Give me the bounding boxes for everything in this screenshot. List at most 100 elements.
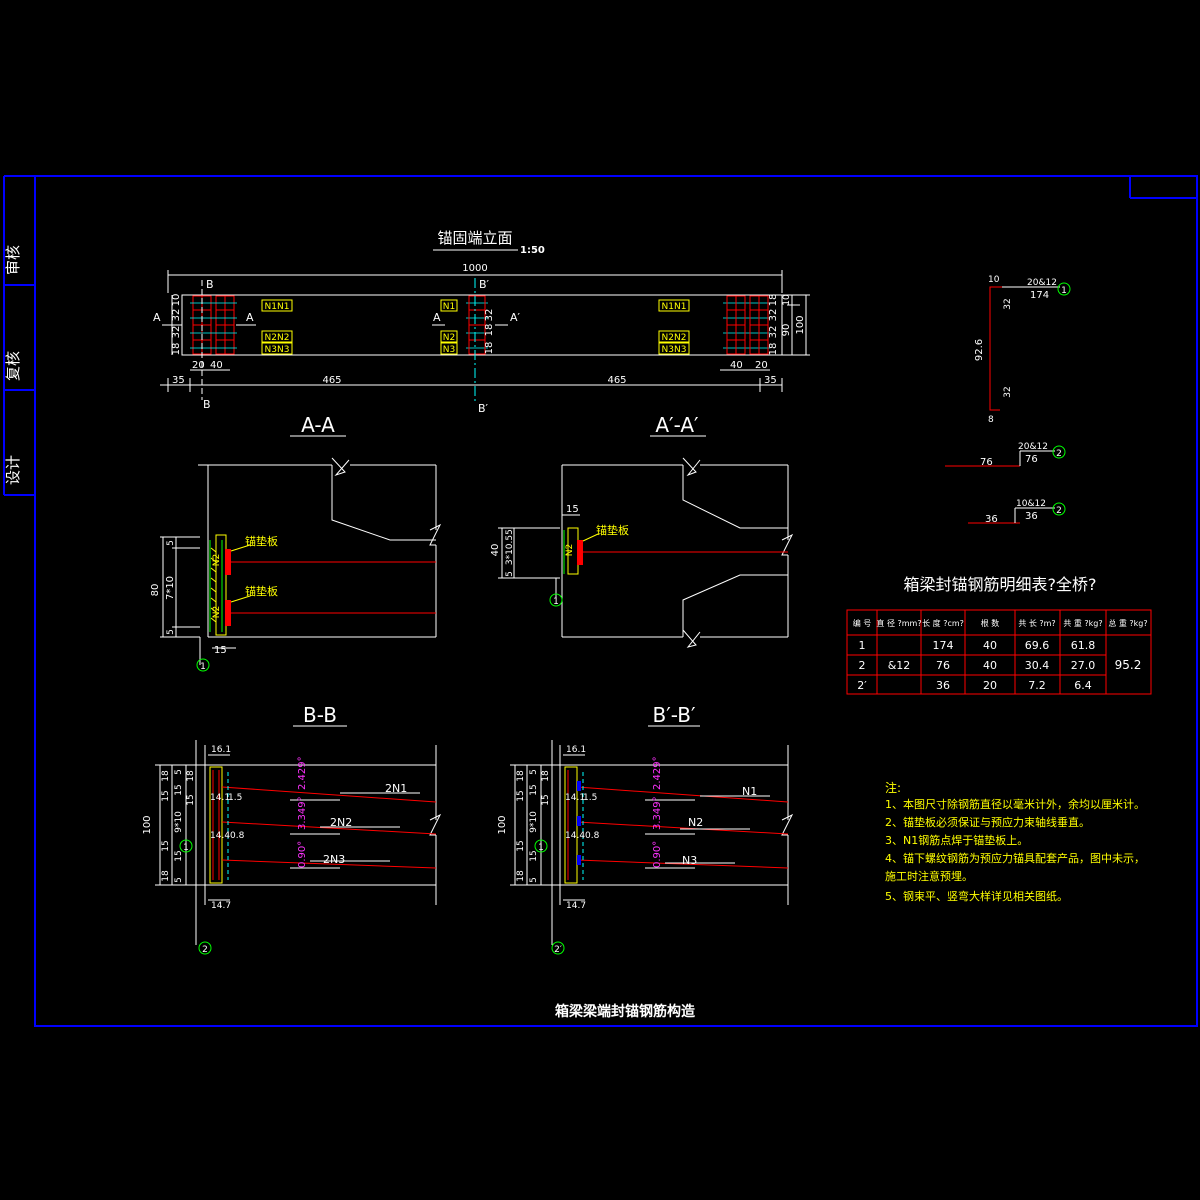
svg-text:15: 15	[161, 790, 171, 801]
svg-text:5: 5	[505, 529, 515, 535]
svg-text:10: 10	[171, 294, 182, 307]
svg-text:7*10: 7*10	[165, 576, 176, 600]
drawing-canvas: 审核 复核 设计 锚固端立面 1:50 1000 N1N1 N2N2 N3N3 …	[3, 175, 1198, 1027]
svg-text:1: 1	[1061, 286, 1067, 296]
table-title: 箱梁封锚钢筋明细表?全桥?	[904, 575, 1097, 594]
svg-text:2N3: 2N3	[323, 853, 345, 866]
svg-text:6.4: 6.4	[1074, 679, 1092, 692]
dim-100: 100	[795, 315, 806, 334]
dim-40-left: 40	[210, 360, 223, 371]
label-b-bot-mid: B′	[478, 402, 489, 415]
svg-text:16.1: 16.1	[211, 745, 231, 755]
label-n2-mid: N2	[443, 333, 455, 343]
svg-text:2.429°: 2.429°	[652, 756, 663, 790]
svg-text:174: 174	[1030, 290, 1049, 301]
drawing-title: 箱梁梁端封锚钢筋构造	[555, 1003, 695, 1020]
svg-text:32: 32	[768, 326, 779, 339]
dim-465-right: 465	[607, 375, 626, 386]
svg-text:40: 40	[983, 659, 997, 672]
section-b-b-title: B-B	[303, 703, 337, 727]
label-anchor-plate-2: 锚垫板	[245, 584, 278, 598]
svg-text:32: 32	[768, 309, 779, 322]
label-n2-left: N2N2	[265, 333, 290, 343]
svg-text:5、钢束平、竖弯大样详见相关图纸。: 5、钢束平、竖弯大样详见相关图纸。	[885, 889, 1068, 903]
section-a-a-title: A-A	[301, 413, 335, 437]
svg-text:14.7: 14.7	[211, 901, 231, 911]
svg-text:N2: N2	[565, 544, 575, 556]
dim-bb-100: 100	[142, 815, 153, 834]
dim-40-right: 40	[730, 360, 743, 371]
label-b-bot-left: B	[203, 398, 211, 411]
anchor-plate-2	[225, 600, 231, 626]
svg-text:18: 18	[484, 324, 495, 337]
svg-text:9*10: 9*10	[174, 811, 184, 833]
svg-text:18: 18	[768, 294, 779, 307]
svg-text:18: 18	[541, 770, 551, 782]
dim-90: 90	[781, 324, 792, 337]
label-n2-aa-2: N2	[212, 606, 222, 618]
anchor-grid-mid	[468, 295, 486, 355]
svg-text:5: 5	[166, 540, 176, 546]
svg-text:5: 5	[505, 571, 515, 577]
svg-text:32: 32	[1003, 386, 1013, 397]
rebar-table: 箱梁封锚钢筋明细表?全桥? 编 号 直 径 ?mm? 长 度 ?cm? 根 数 …	[846, 575, 1152, 695]
svg-text:30.4: 30.4	[1025, 659, 1050, 672]
section-a-prime: A′-A′ 锚垫板 N2 40 5 3*10.5 5 15 1	[490, 413, 794, 648]
dim-35-left: 35	[172, 375, 185, 386]
svg-text:69.6: 69.6	[1025, 639, 1050, 652]
label-a-mid2: A′	[510, 311, 521, 324]
section-b-b: B-B 2N1 2N2 2N3 2.429° 3.349° 0.90° 100 …	[142, 703, 442, 955]
label-n2-aa-1: N2	[212, 554, 222, 566]
svg-text:15: 15	[541, 794, 551, 805]
dim-465-left: 465	[322, 375, 341, 386]
table-total: 95.2	[1115, 658, 1142, 672]
svg-text:2: 2	[202, 945, 208, 955]
svg-text:20&12: 20&12	[1027, 278, 1057, 288]
svg-text:3、N1钢筋点焊于锚垫板上。: 3、N1钢筋点焊于锚垫板上。	[885, 833, 1028, 847]
svg-text:4、锚下螺纹钢筋为预应力锚具配套产品，图中未示，: 4、锚下螺纹钢筋为预应力锚具配套产品，图中未示，	[885, 851, 1145, 865]
anchor-plate-1	[225, 549, 231, 575]
side-label-check: 复核	[4, 351, 22, 381]
svg-text:5: 5	[166, 629, 176, 635]
svg-text:根 数: 根 数	[981, 618, 1000, 628]
svg-text:1、本图尺寸除钢筋直径以毫米计外，余均以厘米计。: 1、本图尺寸除钢筋直径以毫米计外，余均以厘米计。	[885, 797, 1145, 811]
svg-text:18: 18	[161, 770, 171, 782]
dim-aa-80: 80	[150, 584, 161, 597]
svg-text:40: 40	[983, 639, 997, 652]
label-n2-right: N2N2	[662, 333, 687, 343]
svg-text:编 号: 编 号	[853, 618, 872, 628]
svg-text:1: 1	[183, 843, 189, 853]
notes: 注: 1、本图尺寸除钢筋直径以毫米计外，余均以厘米计。 2、锚垫板必须保证与预应…	[885, 780, 1145, 903]
svg-text:92.6: 92.6	[974, 339, 985, 361]
svg-text:长 度 ?cm?: 长 度 ?cm?	[922, 618, 964, 628]
svg-text:5: 5	[529, 877, 539, 883]
svg-text:5: 5	[174, 877, 184, 883]
svg-text:15: 15	[529, 784, 539, 795]
dim-total: 1000	[462, 263, 487, 274]
svg-text:15: 15	[161, 840, 171, 851]
svg-text:27.0: 27.0	[1071, 659, 1096, 672]
svg-text:16.1: 16.1	[566, 745, 586, 755]
svg-text:0.8: 0.8	[585, 831, 600, 841]
svg-text:32: 32	[171, 309, 182, 322]
svg-text:10&12: 10&12	[1016, 499, 1046, 509]
section-a-prime-title: A′-A′	[655, 413, 699, 437]
dim-10-right: 10	[782, 294, 792, 306]
label-n1-mid: N1	[443, 302, 455, 312]
svg-text:20&12: 20&12	[1018, 442, 1048, 452]
svg-text:2.429°: 2.429°	[297, 756, 308, 790]
svg-text:76: 76	[1025, 454, 1038, 465]
svg-text:1: 1	[553, 597, 559, 607]
svg-text:20: 20	[983, 679, 997, 692]
label-b-top-mid: B′	[479, 278, 490, 291]
svg-text:15: 15	[186, 794, 196, 805]
dim-35-right: 35	[764, 375, 777, 386]
svg-text:N1: N1	[742, 785, 757, 798]
svg-text:2N2: 2N2	[330, 816, 352, 829]
elevation-view: 锚固端立面 1:50 1000 N1N1 N2N2 N3N3 N1 N2 N3 …	[153, 229, 810, 415]
label-n3-right: N3N3	[662, 345, 687, 355]
svg-text:&12: &12	[888, 659, 911, 672]
svg-text:共 长 ?m?: 共 长 ?m?	[1018, 618, 1055, 628]
svg-text:0.8: 0.8	[230, 831, 245, 841]
svg-text:共 重 ?kg?: 共 重 ?kg?	[1063, 618, 1102, 628]
